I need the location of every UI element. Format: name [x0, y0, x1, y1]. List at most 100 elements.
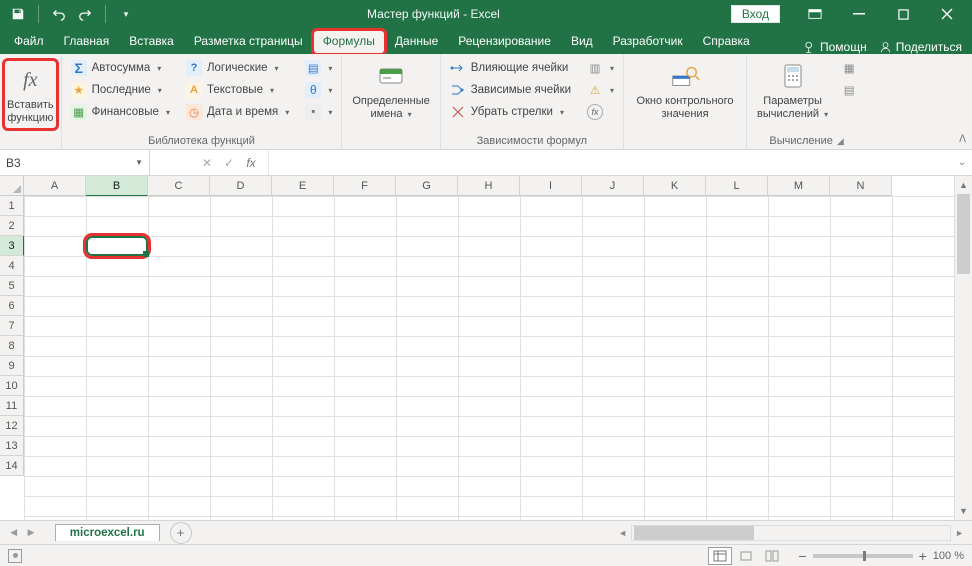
text-button[interactable]: A Текстовые▾ [183, 80, 292, 100]
column-header[interactable]: A [24, 176, 86, 196]
insert-function-button[interactable]: fx Вставить функцию [2, 58, 59, 131]
view-pagebreak-button[interactable] [760, 547, 784, 565]
calc-now-button[interactable]: ▦ [838, 58, 860, 78]
row-header[interactable]: 13 [0, 436, 24, 456]
row-header[interactable]: 8 [0, 336, 24, 356]
tab-help[interactable]: Справка [693, 30, 760, 54]
error-check-button[interactable]: ⚠▾ [584, 80, 617, 100]
collapse-ribbon-icon[interactable]: ᐱ [959, 134, 966, 145]
tab-developer[interactable]: Разработчик [603, 30, 693, 54]
cell-area[interactable] [24, 196, 954, 520]
signin-button[interactable]: Вход [731, 5, 780, 23]
column-header[interactable]: N [830, 176, 892, 196]
column-header[interactable]: L [706, 176, 768, 196]
lookup-button[interactable]: ▤▾ [302, 58, 335, 78]
row-header[interactable]: 12 [0, 416, 24, 436]
math-button[interactable]: θ▾ [302, 80, 335, 100]
maximize-button[interactable] [882, 0, 924, 28]
minimize-button[interactable] [838, 0, 880, 28]
row-header[interactable]: 4 [0, 256, 24, 276]
select-all-corner[interactable] [0, 176, 24, 196]
view-normal-button[interactable] [708, 547, 732, 565]
hscroll-right-icon[interactable]: ► [951, 528, 968, 538]
horizontal-scrollbar[interactable] [631, 525, 951, 541]
zoom-out-button[interactable]: − [798, 548, 806, 564]
column-header[interactable]: D [210, 176, 272, 196]
undo-icon[interactable] [49, 4, 69, 24]
column-header[interactable]: E [272, 176, 334, 196]
hscroll-left-icon[interactable]: ◄ [614, 528, 631, 538]
scroll-down-icon[interactable]: ▼ [955, 502, 972, 520]
share-button[interactable]: Поделиться [879, 40, 962, 54]
fill-handle[interactable] [143, 251, 149, 257]
qat-customize-icon[interactable]: ▾ [116, 4, 136, 24]
tab-review[interactable]: Рецензирование [448, 30, 561, 54]
row-header[interactable]: 11 [0, 396, 24, 416]
tell-me-button[interactable]: Помощн [803, 40, 867, 54]
add-sheet-button[interactable]: + [170, 522, 192, 544]
sheet-tab[interactable]: microexcel.ru [55, 524, 160, 541]
active-cell[interactable] [86, 236, 148, 256]
dialog-launcher-icon[interactable]: ◢ [837, 136, 844, 147]
sheet-nav-next-icon[interactable]: ► [25, 527, 36, 539]
view-layout-button[interactable] [734, 547, 758, 565]
calc-sheet-button[interactable]: ▤ [838, 80, 860, 100]
show-formulas-button[interactable]: ▥▾ [584, 58, 617, 78]
save-icon[interactable] [8, 4, 28, 24]
scroll-thumb[interactable] [957, 194, 970, 274]
ribbon-options-icon[interactable] [794, 0, 836, 28]
column-header[interactable]: J [582, 176, 644, 196]
column-header[interactable]: K [644, 176, 706, 196]
expand-formula-icon[interactable]: ⌄ [952, 150, 972, 175]
row-header[interactable]: 6 [0, 296, 24, 316]
row-header[interactable]: 3 [0, 236, 24, 256]
remove-arrows-button[interactable]: Убрать стрелки▾ [447, 102, 574, 122]
tab-data[interactable]: Данные [385, 30, 448, 54]
autosum-button[interactable]: Σ Автосумма▾ [68, 58, 173, 78]
zoom-level[interactable]: 100 % [933, 550, 964, 562]
redo-icon[interactable] [75, 4, 95, 24]
macro-record-icon[interactable] [8, 549, 22, 563]
trace-dependents-button[interactable]: Зависимые ячейки [447, 80, 574, 100]
zoom-in-button[interactable]: + [919, 548, 927, 564]
chevron-down-icon[interactable]: ▼ [135, 158, 143, 167]
row-header[interactable]: 10 [0, 376, 24, 396]
column-header[interactable]: G [396, 176, 458, 196]
tab-file[interactable]: Файл [4, 30, 54, 54]
row-header[interactable]: 14 [0, 456, 24, 476]
row-header[interactable]: 7 [0, 316, 24, 336]
more-fn-button[interactable]: ▪▾ [302, 102, 335, 122]
column-header[interactable]: H [458, 176, 520, 196]
row-header[interactable]: 9 [0, 356, 24, 376]
column-header[interactable]: I [520, 176, 582, 196]
column-header[interactable]: M [768, 176, 830, 196]
sheet-nav-prev-icon[interactable]: ◄ [8, 527, 19, 539]
zoom-slider[interactable] [813, 554, 913, 558]
vertical-scrollbar[interactable]: ▲ ▼ [954, 176, 972, 520]
column-header[interactable]: C [148, 176, 210, 196]
logical-button[interactable]: ? Логические▾ [183, 58, 292, 78]
spreadsheet-grid[interactable]: ABCDEFGHIJKLMN 1234567891011121314 ▲ ▼ [0, 176, 972, 520]
row-header[interactable]: 2 [0, 216, 24, 236]
fx-bar-icon[interactable]: fx [242, 156, 260, 170]
scroll-up-icon[interactable]: ▲ [955, 176, 972, 194]
row-header[interactable]: 5 [0, 276, 24, 296]
hscroll-thumb[interactable] [634, 526, 754, 540]
datetime-button[interactable]: ◷ Дата и время▾ [183, 102, 292, 122]
row-header[interactable]: 1 [0, 196, 24, 216]
trace-precedents-button[interactable]: Влияющие ячейки [447, 58, 574, 78]
tab-layout[interactable]: Разметка страницы [184, 30, 313, 54]
name-box[interactable]: B3 ▼ [0, 150, 150, 175]
recent-button[interactable]: ★ Последние▾ [68, 80, 173, 100]
tab-view[interactable]: Вид [561, 30, 603, 54]
column-header[interactable]: B [86, 176, 148, 196]
evaluate-button[interactable]: fx [584, 102, 617, 122]
defined-names-button[interactable]: Определенные имена ▾ [348, 58, 433, 123]
tab-home[interactable]: Главная [54, 30, 120, 54]
formula-input[interactable] [269, 150, 952, 175]
watch-window-button[interactable]: Окно контрольного значения [630, 58, 740, 123]
close-button[interactable] [926, 0, 968, 28]
financial-button[interactable]: ▦ Финансовые▾ [68, 102, 173, 122]
tab-formulas[interactable]: Формулы [313, 30, 385, 54]
tab-insert[interactable]: Вставка [119, 30, 184, 54]
